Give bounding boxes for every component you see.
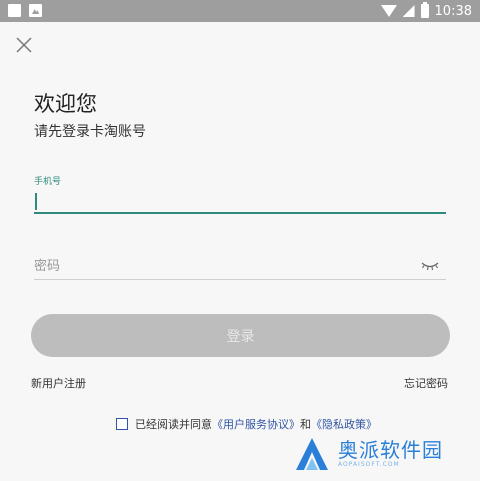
status-bar: 10:38: [0, 0, 480, 22]
status-right-icons: 10:38: [380, 2, 472, 20]
agreement-conjunction: 和: [300, 418, 311, 431]
watermark-name-cn: 奥派软件园: [338, 438, 443, 462]
user-agreement-link[interactable]: 《用户服务协议》: [212, 416, 300, 432]
agreement-checkbox[interactable]: [116, 418, 128, 430]
privacy-policy-link[interactable]: 《隐私政策》: [311, 416, 377, 432]
watermark-logo-icon: [296, 438, 328, 470]
cellular-icon: [402, 5, 415, 17]
status-time: 10:38: [434, 3, 472, 19]
battery-icon: [420, 2, 429, 18]
phone-input[interactable]: [34, 190, 446, 214]
close-icon[interactable]: [14, 35, 34, 55]
agreement-row: 已经阅读并同意 《用户服务协议》 和 《隐私政策》: [116, 416, 377, 432]
watermark-text: 奥派软件园 AOPAISOFT.COM: [338, 439, 443, 469]
status-left-icons: [8, 4, 42, 17]
agreement-prefix: 已经阅读并同意: [135, 418, 212, 431]
page-title: 欢迎您: [34, 92, 97, 116]
text-cursor: [35, 193, 37, 210]
wifi-icon: [380, 5, 397, 17]
page-subtitle: 请先登录卡淘账号: [34, 124, 146, 140]
photo-icon: [29, 4, 42, 17]
login-button[interactable]: 登录: [31, 314, 450, 357]
register-link[interactable]: 新用户注册: [31, 375, 86, 391]
password-input[interactable]: [34, 254, 446, 280]
eye-closed-icon[interactable]: [420, 259, 440, 273]
watermark: 奥派软件园 AOPAISOFT.COM: [292, 432, 474, 476]
forgot-password-link[interactable]: 忘记密码: [404, 375, 448, 391]
phone-field-label: 手机号: [34, 177, 62, 187]
watermark-name-en: AOPAISOFT.COM: [338, 461, 400, 468]
square-icon: [8, 4, 21, 17]
